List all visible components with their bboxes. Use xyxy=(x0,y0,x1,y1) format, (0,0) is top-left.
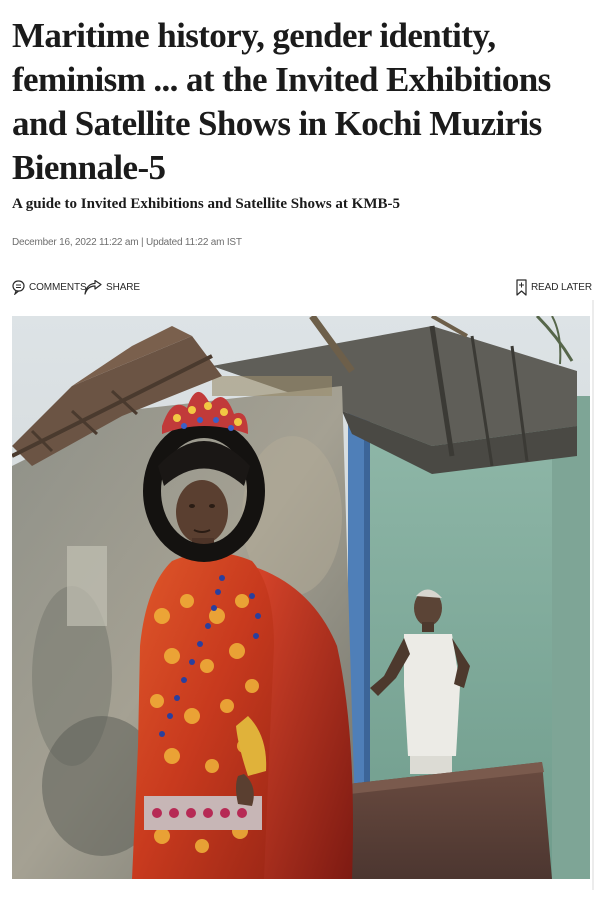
share-icon xyxy=(84,279,106,295)
comments-icon xyxy=(12,279,29,295)
article-dateline: December 16, 2022 11:22 am | Updated 11:… xyxy=(12,236,242,250)
dateline-separator: | xyxy=(138,237,146,248)
bookmark-icon xyxy=(516,278,531,296)
article-headline: Maritime history, gender identity, femin… xyxy=(12,16,551,187)
read-later-button[interactable]: READ LATER xyxy=(516,276,592,298)
hero-image xyxy=(12,316,590,879)
comments-button[interactable]: COMMENTS xyxy=(12,276,87,298)
article-subheadline: A guide to Invited Exhibitions and Satel… xyxy=(12,196,400,212)
right-page-edge xyxy=(592,300,594,890)
read-later-label: READ LATER xyxy=(530,281,592,293)
updated-timestamp: Updated 11:22 am IST xyxy=(145,237,242,248)
published-timestamp: December 16, 2022 11:22 am xyxy=(12,237,139,248)
article-page: Maritime history, gender identity, femin… xyxy=(0,0,600,900)
share-label: SHARE xyxy=(106,281,140,293)
article-actions-bar: COMMENTS SHARE READ LATER xyxy=(12,276,592,298)
share-button[interactable]: SHARE xyxy=(84,276,140,298)
comments-label: COMMENTS xyxy=(29,281,87,293)
